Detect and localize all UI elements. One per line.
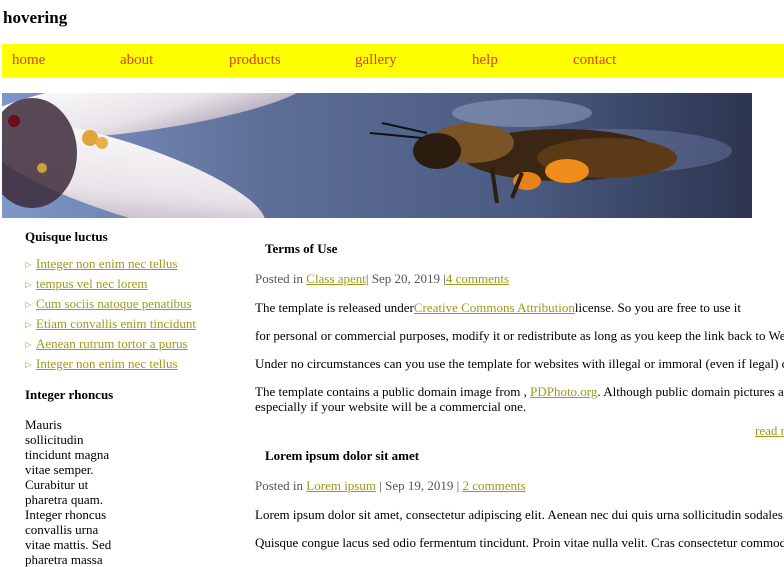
sidebar-heading: Integer rhoncus (25, 387, 114, 402)
pdphoto-link[interactable]: PDPhoto.org (530, 384, 597, 399)
sidebar-link[interactable]: tempus vel nec lorem (36, 276, 148, 292)
list-item: ▷ Aenean rutrum tortor a purus (25, 334, 225, 354)
triangle-right-icon: ▷ (25, 359, 32, 369)
nav-products[interactable]: products (229, 52, 281, 69)
triangle-right-icon: ▷ (25, 339, 32, 349)
sidebar-heading: Quisque luctus (25, 229, 108, 244)
category-link[interactable]: Lorem ipsum (306, 478, 376, 493)
sidebar-link[interactable]: Integer non enim nec tellus (36, 356, 178, 372)
text-span: license. So you are free to use it (574, 300, 741, 315)
triangle-right-icon: ▷ (25, 319, 32, 329)
post-title: Lorem ipsum dolor sit amet (265, 448, 420, 463)
post-date: | Sep 19, 2019 | (375, 478, 463, 493)
triangle-right-icon: ▷ (25, 259, 32, 269)
sidebar-link[interactable]: Cum sociis natoque penatibus (36, 296, 192, 312)
post-paragraph: Quisque congue lacus sed odio fermentum … (255, 535, 784, 550)
text-span: The template is released under (255, 300, 414, 315)
list-item: ▷ Integer non enim nec tellus (25, 254, 225, 274)
sidebar-link-list: ▷ Integer non enim nec tellus ▷ tempus ve… (25, 254, 225, 374)
nav-home[interactable]: home (12, 52, 45, 69)
comments-link[interactable]: 2 comments (462, 478, 525, 493)
license-link[interactable]: Creative Commons Attribution (414, 300, 575, 315)
meta-prefix: Posted in (255, 478, 307, 493)
post: Terms of Use Posted in Class apent| Sep … (255, 241, 784, 438)
sidebar-text: Mauris sollicitudin tincidunt magna vita… (25, 417, 112, 567)
post-paragraph: The template is released underCreative C… (255, 300, 784, 315)
post: Lorem ipsum dolor sit amet Posted in Lor… (255, 448, 784, 550)
sidebar-link[interactable]: Etiam convallis enim tincidunt (36, 316, 196, 332)
hero-image (2, 93, 752, 218)
nav-gallery[interactable]: gallery (355, 52, 397, 69)
text-span: especially if your website will be a com… (255, 399, 527, 414)
site-title: hovering (3, 8, 68, 27)
nav-help[interactable]: help (472, 52, 498, 69)
post-paragraph: Lorem ipsum dolor sit amet, consectetur … (255, 507, 784, 522)
text-span: . Although public domain pictures are fr (597, 384, 784, 399)
meta-prefix: Posted in (255, 271, 307, 286)
comments-link[interactable]: 4 comments (446, 271, 509, 286)
main-content: Terms of Use Posted in Class apent| Sep … (255, 241, 784, 550)
text-span: The template contains a public domain im… (255, 384, 531, 399)
category-link[interactable]: Class apent (306, 271, 366, 286)
triangle-right-icon: ▷ (25, 279, 32, 289)
post-meta: Posted in Class apent| Sep 20, 2019 |4 c… (255, 271, 784, 287)
post-title: Terms of Use (265, 241, 338, 256)
post-date: | Sep 20, 2019 | (365, 271, 446, 286)
nav-contact[interactable]: contact (573, 52, 616, 69)
post-paragraph: Under no circumstances can you use the t… (255, 356, 784, 371)
sidebar: Quisque luctus ▷ Integer non enim nec te… (25, 229, 225, 567)
sidebar-link[interactable]: Aenean rutrum tortor a purus (36, 336, 188, 352)
main-navigation: home about products gallery help contact (2, 44, 784, 77)
list-item: ▷ Etiam convallis enim tincidunt (25, 314, 225, 334)
list-item: ▷ tempus vel nec lorem (25, 274, 225, 294)
list-item: ▷ Integer non enim nec tellus (25, 354, 225, 374)
post-paragraph: The template contains a public domain im… (255, 384, 784, 414)
post-paragraph: for personal or commercial purposes, mod… (255, 328, 784, 343)
read-more-link[interactable]: read r (755, 423, 784, 439)
bee-photo-icon (2, 93, 752, 218)
triangle-right-icon: ▷ (25, 299, 32, 309)
list-item: ▷ Cum sociis natoque penatibus (25, 294, 225, 314)
sidebar-link[interactable]: Integer non enim nec tellus (36, 256, 178, 272)
nav-about[interactable]: about (120, 52, 153, 69)
post-meta: Posted in Lorem ipsum | Sep 19, 2019 | 2… (255, 478, 784, 494)
